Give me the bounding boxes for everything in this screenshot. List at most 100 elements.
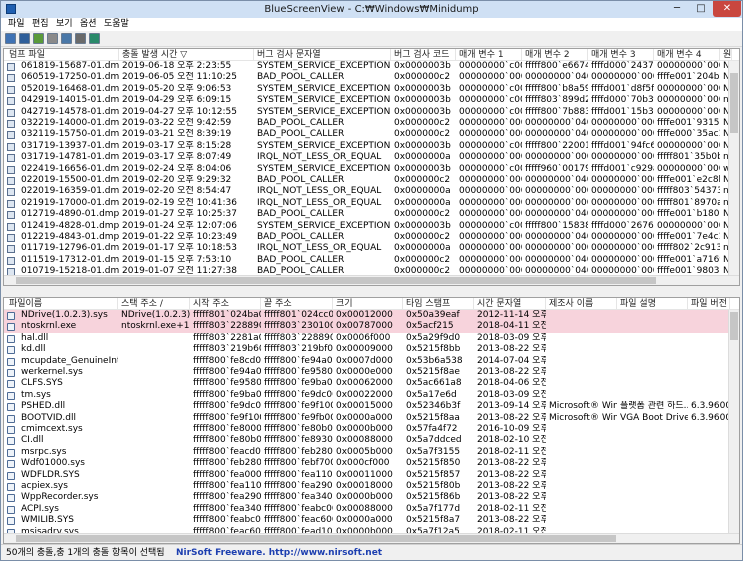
html-report-icon[interactable]	[61, 33, 72, 44]
crash-row[interactable]: 052019-16468-01.dmp 2019-05-20 오후 9:06:53…	[4, 84, 739, 95]
driver-col-7[interactable]: 제조사 이름	[546, 298, 617, 310]
crash-row[interactable]: 022019-16359-01.dmp 2019-02-20 오전 8:54:47…	[4, 186, 739, 197]
dump-file-icon	[7, 120, 15, 128]
menu-file[interactable]: 파일	[5, 18, 28, 31]
driver-list-vscrollbar[interactable]	[728, 310, 739, 533]
vscroll-thumb[interactable]	[730, 73, 738, 133]
driver-cell: kd.dll	[21, 344, 46, 355]
driver-col-1[interactable]: 스택 주소 /	[118, 298, 190, 310]
crash-cell: fffff801`8970acbb	[657, 197, 720, 208]
driver-row[interactable]: Wdf01000.sys fffff800`feb28000fffff800`fe…	[4, 458, 739, 469]
driver-row[interactable]: msrpc.sys fffff800`feacd000fffff800`feb28…	[4, 447, 739, 458]
crash-cell: ffffd001`c929ab...	[591, 163, 654, 174]
crash-row[interactable]: 022419-16656-01.dmp 2019-02-24 오후 8:04:06…	[4, 164, 739, 175]
crash-row[interactable]: 012419-4828-01.dmp 2019-01-24 오후 12:07:06…	[4, 221, 739, 232]
driver-col-5[interactable]: 타임 스탬프	[403, 298, 474, 310]
driver-row[interactable]: acpiex.sys fffff800`fea11000fffff800`fea2…	[4, 481, 739, 492]
driver-row[interactable]: hal.dll fffff803`2281a000fffff803`2288900…	[4, 333, 739, 344]
crash-col-4[interactable]: 매개 변수 1	[456, 49, 522, 61]
driver-col-3[interactable]: 끝 주소	[261, 298, 333, 310]
find-icon[interactable]	[75, 33, 86, 44]
vscroll-thumb[interactable]	[730, 312, 738, 340]
driver-cell: 2013-08-22 오후 ...	[477, 515, 546, 526]
driver-cell: tm.sys	[21, 389, 51, 400]
driver-row[interactable]: tm.sys fffff800`fe9ba000fffff800`fe9dc000…	[4, 390, 739, 401]
crash-cell: 012719-4890-01.dmp	[21, 209, 119, 220]
crash-row[interactable]: 011719-12796-01.dmp 2019-01-17 오후 10:18:5…	[4, 243, 739, 254]
crash-col-5[interactable]: 매개 변수 2	[522, 49, 588, 61]
driver-cell	[118, 515, 190, 526]
hscroll-thumb[interactable]	[16, 535, 616, 542]
driver-row[interactable]: CI.dll fffff800`fe80b000fffff800`fe893000…	[4, 435, 739, 446]
crash-row[interactable]: 022019-15500-01.dmp 2019-02-20 오후 9:29:32…	[4, 175, 739, 186]
title-bar[interactable]: BlueScreenView - C:₩Windows₩Minidump ─ □…	[1, 1, 742, 18]
nirsoft-link[interactable]: NirSoft Freeware. http://www.nirsoft.net	[176, 547, 382, 559]
crash-row[interactable]: 012219-4843-01.dmp 2019-01-22 오후 10:23:49…	[4, 232, 739, 243]
copy-icon[interactable]	[47, 33, 58, 44]
menu-edit[interactable]: 편집	[29, 18, 52, 31]
driver-cell: 2018-03-09 오후 ...	[477, 332, 546, 343]
crash-row[interactable]: 060519-17250-01.dmp 2019-06-05 오전 11:10:2…	[4, 72, 739, 83]
driver-cell: 0x5215f86b	[406, 492, 461, 503]
crash-row[interactable]: 021919-17000-01.dmp 2019-02-19 오전 10:41:3…	[4, 198, 739, 209]
crash-col-8[interactable]: 원	[720, 49, 732, 61]
driver-col-2[interactable]: 시작 주소	[190, 298, 261, 310]
crash-cell: fffff960`001798...	[525, 163, 588, 174]
driver-cell: CLFS.SYS	[21, 378, 63, 389]
menu-help[interactable]: 도움말	[101, 18, 132, 31]
driver-row[interactable]: cmimcext.sys fffff800`fe800000fffff800`fe…	[4, 424, 739, 435]
driver-row[interactable]: CLFS.SYS fffff800`fe958000fffff800`fe9ba0…	[4, 378, 739, 389]
crash-row[interactable]: 031719-13937-01.dmp 2019-03-17 오후 8:15:28…	[4, 141, 739, 152]
crash-col-0[interactable]: 덤프 파일	[6, 49, 119, 61]
driver-row[interactable]: WMILIB.SYS fffff800`feabc000fffff800`feac…	[4, 515, 739, 526]
crash-cell: 2019-03-17 오후 8:07:49	[122, 152, 232, 163]
driver-col-0[interactable]: 파일이름	[6, 298, 118, 310]
crash-row[interactable]: 042919-14015-01.dmp 2019-04-29 오후 6:09:15…	[4, 95, 739, 106]
crash-col-1[interactable]: 충돌 발생 시간 ▽	[119, 49, 254, 61]
driver-row[interactable]: BOOTVID.dll fffff800`fe9f1000fffff800`fe9…	[4, 413, 739, 424]
driver-col-9[interactable]: 파일 버전	[688, 298, 730, 310]
driver-row[interactable]: WDFLDR.SYS fffff800`fea00000fffff800`fea1…	[4, 470, 739, 481]
crash-col-2[interactable]: 버그 검사 문자열	[254, 49, 391, 61]
save-icon[interactable]	[19, 33, 30, 44]
driver-row[interactable]: ACPI.sys fffff800`fea34000fffff800`feabc0…	[4, 504, 739, 515]
crash-cell: 022419-16656-01.dmp	[21, 163, 119, 174]
driver-col-4[interactable]: 크기	[333, 298, 403, 310]
crash-row[interactable]: 061819-15687-01.dmp 2019-06-18 오후 2:23:55…	[4, 61, 739, 72]
crash-list-vscrollbar[interactable]	[728, 61, 739, 275]
crash-row[interactable]: 042719-14578-01.dmp 2019-04-27 오후 10:12:5…	[4, 107, 739, 118]
maximize-button[interactable]: □	[689, 1, 713, 17]
crash-row[interactable]: 032219-14000-01.dmp 2019-03-22 오전 9:42:59…	[4, 118, 739, 129]
refresh-icon[interactable]	[33, 33, 44, 44]
driver-row[interactable]: WppRecorder.sys fffff800`fea29000fffff800…	[4, 492, 739, 503]
pane-splitter[interactable]	[3, 286, 740, 297]
exit-icon[interactable]	[89, 33, 100, 44]
driver-row[interactable]: werkernel.sys fffff800`fe94a000fffff800`f…	[4, 367, 739, 378]
minimize-button[interactable]: ─	[665, 1, 689, 17]
driver-row[interactable]: NDrive(1.0.2.3).sys NDrive(1.0.2.3).sy...…	[4, 310, 739, 322]
driver-cell: 2018-02-11 오전 ...	[477, 503, 546, 514]
crash-row[interactable]: 011519-17312-01.dmp 2019-01-15 오후 7:53:10…	[4, 255, 739, 266]
crash-col-3[interactable]: 버그 검사 코드	[391, 49, 456, 61]
crash-col-7[interactable]: 매개 변수 4	[654, 49, 720, 61]
crash-cell: 2019-01-27 오후 10:25:37	[122, 209, 238, 220]
crash-row[interactable]: 031719-14781-01.dmp 2019-03-17 오후 8:07:49…	[4, 152, 739, 163]
crash-cell: 00000000`0404...	[525, 232, 588, 242]
driver-cell	[617, 458, 688, 469]
menu-view[interactable]: 보기	[53, 18, 76, 31]
close-button[interactable]: ✕	[713, 1, 741, 17]
properties-icon[interactable]	[5, 33, 16, 44]
menu-options[interactable]: 옵션	[77, 18, 100, 31]
crash-row[interactable]: 032119-15750-01.dmp 2019-03-21 오전 8:39:19…	[4, 129, 739, 140]
crash-row[interactable]: 012719-4890-01.dmp 2019-01-27 오후 10:25:37…	[4, 209, 739, 220]
driver-row[interactable]: kd.dll fffff803`219b6000fffff803`219bf000…	[4, 344, 739, 355]
driver-col-8[interactable]: 파일 설명	[617, 298, 688, 310]
driver-row[interactable]: mcupdate_GenuineIntel.dll fffff800`fe8cd0…	[4, 356, 739, 367]
driver-row[interactable]: ntoskrnl.exentoskrnl.exe+167a...fffff803…	[4, 321, 739, 333]
driver-row[interactable]: PSHED.dll fffff800`fe9dc000fffff800`fe9f1…	[4, 401, 739, 412]
driver-col-6[interactable]: 시간 문자열	[474, 298, 546, 310]
driver-list-hscrollbar[interactable]	[4, 533, 739, 543]
hscroll-thumb[interactable]	[16, 277, 656, 284]
crash-list-hscrollbar[interactable]	[4, 275, 739, 285]
crash-col-6[interactable]: 매개 변수 3	[588, 49, 654, 61]
